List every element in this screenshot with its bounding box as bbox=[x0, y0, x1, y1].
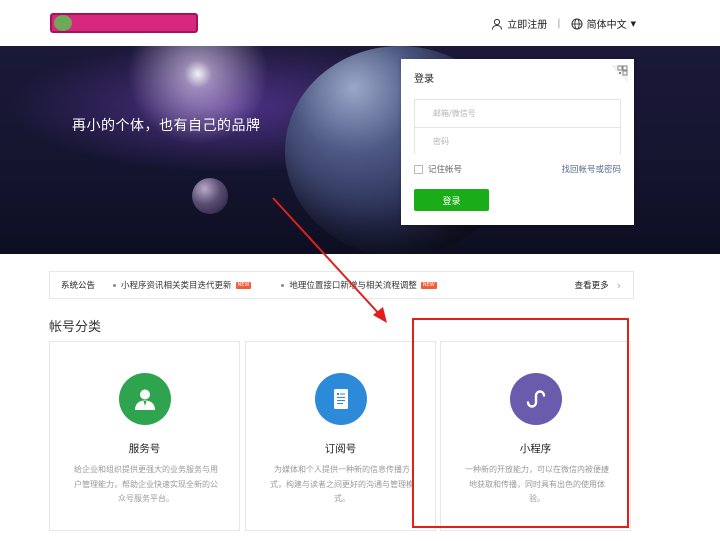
moon-image bbox=[192, 178, 228, 214]
chevron-right-icon[interactable]: › bbox=[617, 279, 621, 292]
login-button[interactable]: 登录 bbox=[414, 189, 489, 211]
bullet-dot bbox=[113, 283, 117, 287]
card-title: 订阅号 bbox=[324, 443, 357, 455]
new-badge: NEW bbox=[235, 281, 252, 289]
account-type-card-service[interactable]: 服务号 给企业和组织提供更强大的业务服务与用户管理能力，帮助企业快速实现全新的公… bbox=[49, 341, 240, 531]
logo-redacted[interactable] bbox=[50, 13, 198, 33]
forgot-password-link[interactable]: 找回帐号或密码 bbox=[561, 163, 621, 175]
caret-down-icon[interactable]: ▼ bbox=[631, 20, 636, 28]
card-description: 给企业和组织提供更强大的业务服务与用户管理能力，帮助企业快速实现全新的公众号服务… bbox=[74, 465, 218, 503]
announcement-text[interactable]: 小程序资讯相关类目迭代更新 bbox=[121, 279, 232, 291]
announcement-title: 系统公告 bbox=[61, 281, 96, 291]
view-more-link[interactable]: 查看更多 › bbox=[575, 279, 621, 292]
card-description: 为媒体和个人提供一种新的信息传播方式，构建与读者之间更好的沟通与管理模式。 bbox=[270, 465, 414, 503]
account-type-card-subscription[interactable]: 订阅号 为媒体和个人提供一种新的信息传播方式，构建与读者之间更好的沟通与管理模式… bbox=[245, 341, 436, 531]
remember-checkbox[interactable] bbox=[414, 164, 423, 174]
top-bar: 立即注册 | 简体中文 ▼ bbox=[0, 0, 720, 46]
document-icon bbox=[334, 389, 348, 409]
annotation-highlight-box bbox=[412, 318, 629, 528]
top-right-nav: 立即注册 | 简体中文 ▼ bbox=[491, 16, 636, 31]
announcement-item[interactable]: 地理位置接口新增与相关流程调整 NEW bbox=[281, 279, 437, 291]
register-link[interactable]: 立即注册 bbox=[507, 16, 547, 31]
section-title: 帐号分类 bbox=[49, 320, 102, 335]
remember-account[interactable]: 记住帐号 bbox=[414, 163, 462, 175]
new-badge: NEW bbox=[420, 281, 437, 289]
banner-slogan: 再小的个体，也有自己的品牌 bbox=[72, 118, 261, 134]
person-icon bbox=[135, 389, 155, 410]
language-selector[interactable]: 简体中文 bbox=[587, 16, 627, 31]
divider: | bbox=[557, 18, 561, 29]
user-icon bbox=[492, 18, 503, 30]
account-input[interactable] bbox=[415, 100, 620, 127]
login-fields bbox=[414, 99, 621, 155]
login-panel: 登录 记住帐号 找回帐号或密码 登录 bbox=[401, 59, 634, 225]
remember-label: 记住帐号 bbox=[428, 165, 463, 175]
globe-icon bbox=[571, 18, 583, 29]
card-title: 服务号 bbox=[128, 443, 161, 455]
logo-icon bbox=[54, 15, 72, 31]
announcement-bar: 系统公告 小程序资讯相关类目迭代更新 NEW 地理位置接口新增与相关流程调整 N… bbox=[49, 271, 634, 299]
view-more-label[interactable]: 查看更多 bbox=[575, 279, 609, 291]
password-input[interactable] bbox=[415, 128, 620, 155]
bullet-dot bbox=[281, 283, 285, 287]
subscription-icon-circle bbox=[315, 373, 367, 425]
announcement-text[interactable]: 地理位置接口新增与相关流程调整 bbox=[289, 279, 417, 291]
announcement-item[interactable]: 小程序资讯相关类目迭代更新 NEW bbox=[113, 279, 252, 291]
qr-code-icon[interactable] bbox=[610, 65, 628, 83]
service-icon-circle bbox=[119, 373, 171, 425]
login-title: 登录 bbox=[414, 74, 434, 85]
